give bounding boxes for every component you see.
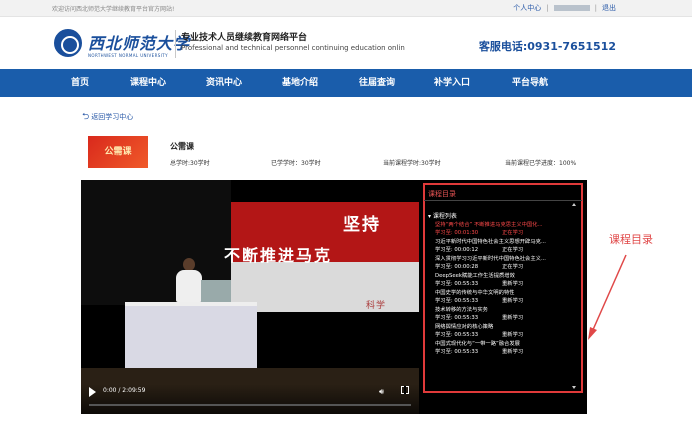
annotation-arrow-icon bbox=[588, 254, 627, 340]
